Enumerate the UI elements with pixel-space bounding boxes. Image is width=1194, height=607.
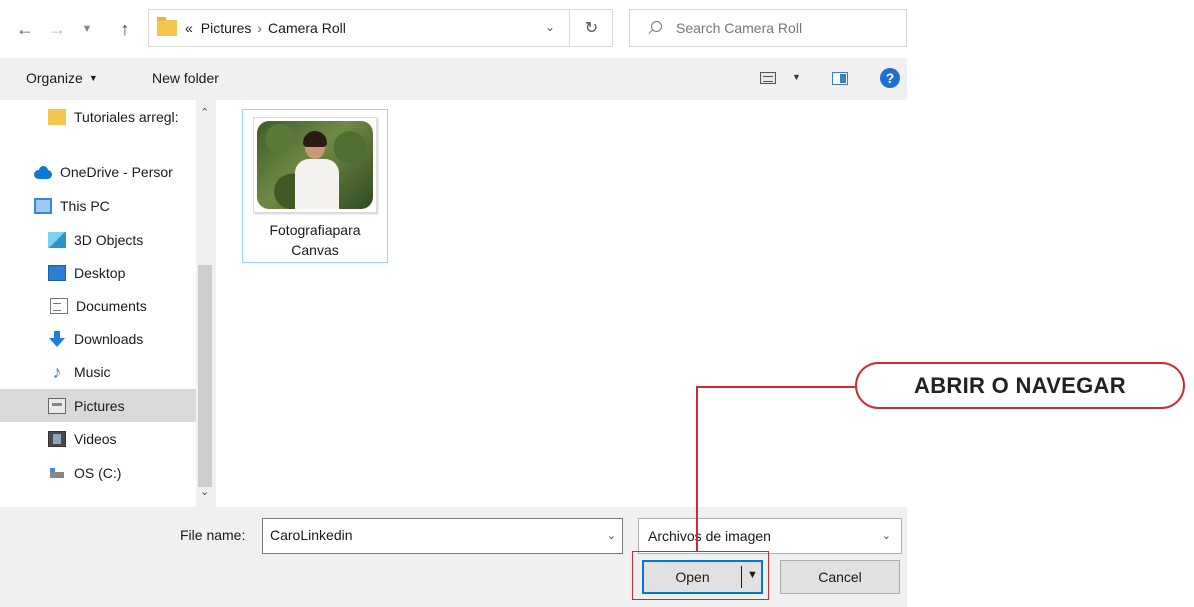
nav-item-pictures[interactable]: Pictures <box>0 389 196 422</box>
nav-item-label: OS (C:) <box>74 464 122 481</box>
back-arrow-icon[interactable]: ← <box>12 16 38 42</box>
cancel-button[interactable]: Cancel <box>780 560 900 594</box>
refresh-button[interactable]: ↻ <box>571 9 613 47</box>
file-open-dialog: ← → ▼ ↑ « Pictures › Camera Roll ⌄ ↻ Org… <box>0 0 907 607</box>
callout-connector-vertical <box>696 386 698 551</box>
preview-pane-icon[interactable] <box>832 72 848 85</box>
nav-item-label: 3D Objects <box>74 231 144 248</box>
search-input[interactable] <box>676 20 876 36</box>
videos-icon <box>48 430 66 447</box>
pictures-icon <box>48 397 66 414</box>
desktop-icon <box>48 264 66 281</box>
new-folder-button[interactable]: New folder <box>152 70 219 86</box>
file-item[interactable]: Fotografiapara Canvas <box>242 109 388 263</box>
file-name-field[interactable] <box>270 527 590 543</box>
nav-item-videos[interactable]: Videos <box>0 422 196 455</box>
organize-label: Organize <box>26 70 83 86</box>
breadcrumb-separator[interactable]: › <box>257 20 262 36</box>
nav-item-onedrive[interactable]: OneDrive - Persor <box>0 155 196 188</box>
chevron-down-icon[interactable]: ⌄ <box>607 529 616 542</box>
recent-locations-chevron-icon[interactable]: ▼ <box>74 16 100 42</box>
downloads-icon <box>48 330 66 347</box>
image-thumbnail <box>253 117 377 213</box>
file-type-value: Archivos de imagen <box>648 528 771 544</box>
nav-item-desktop[interactable]: Desktop <box>0 256 196 289</box>
nav-item-label: Tutoriales arregl: <box>74 108 179 125</box>
nav-item-label: Desktop <box>74 264 126 281</box>
callout-connector-horizontal <box>696 386 856 388</box>
organize-menu-button[interactable]: Organize ▼ <box>26 70 98 86</box>
dialog-footer: File name: ⌄ Archivos de imagen ⌄ Open ▼… <box>0 507 907 607</box>
refresh-icon: ↻ <box>584 20 599 37</box>
scroll-up-icon[interactable]: ⌃ <box>200 106 209 119</box>
folder-icon <box>157 17 177 36</box>
view-options-caret-icon[interactable]: ▼ <box>792 72 801 82</box>
drive-icon <box>48 465 66 481</box>
photo-preview <box>257 121 373 209</box>
help-icon[interactable]: ? <box>880 68 900 88</box>
photo-person-body <box>295 159 339 209</box>
navigation-pane: Tutoriales arregl: OneDrive - Persor Thi… <box>0 100 218 507</box>
nav-item-music[interactable]: ♪ Music <box>0 355 196 388</box>
breadcrumb-item-pictures[interactable]: Pictures <box>201 20 252 36</box>
folder-icon <box>48 108 66 125</box>
nav-item-label: Documents <box>76 297 147 314</box>
file-name-line1: Fotografiapara <box>269 222 361 238</box>
nav-item-label: Music <box>74 363 111 380</box>
file-list-area: Fotografiapara Canvas <box>218 100 907 507</box>
search-icon <box>648 21 662 35</box>
nav-item-label: Downloads <box>74 330 144 347</box>
music-icon: ♪ <box>52 361 62 382</box>
nav-item-label: This PC <box>60 197 110 214</box>
address-row: ← → ▼ ↑ « Pictures › Camera Roll ⌄ ↻ <box>0 0 907 58</box>
callout-label: ABRIR O NAVEGAR <box>855 362 1185 409</box>
command-toolbar: Organize ▼ New folder ▼ ? <box>0 58 907 100</box>
nav-item-downloads[interactable]: Downloads <box>0 322 196 355</box>
scroll-down-icon[interactable]: ⌄ <box>200 485 209 498</box>
nav-item-documents[interactable]: Documents <box>0 289 196 322</box>
file-name-label: Fotografiapara Canvas <box>243 220 387 260</box>
nav-item-label: OneDrive - Persor <box>60 163 173 180</box>
highlight-box <box>632 551 769 600</box>
up-arrow-icon[interactable]: ↑ <box>112 16 138 42</box>
breadcrumb-overflow[interactable]: « <box>185 20 193 36</box>
file-name-field-label: File name: <box>180 527 246 543</box>
onedrive-icon <box>34 164 52 180</box>
this-pc-icon <box>34 197 52 214</box>
chevron-down-icon[interactable]: ⌄ <box>545 20 555 34</box>
nav-item-3d-objects[interactable]: 3D Objects <box>0 223 196 256</box>
photo-person-hair <box>303 131 327 147</box>
forward-arrow-icon[interactable]: → <box>44 16 70 42</box>
nav-item-this-pc[interactable]: This PC <box>0 189 196 222</box>
file-type-select[interactable]: Archivos de imagen ⌄ <box>638 518 902 554</box>
chevron-down-icon: ⌄ <box>881 530 891 542</box>
file-name-line2: Canvas <box>291 242 339 258</box>
breadcrumb-item-camera-roll[interactable]: Camera Roll <box>268 20 346 36</box>
navigation-scrollbar[interactable]: ⌃ ⌄ <box>196 100 216 507</box>
scrollbar-thumb[interactable] <box>198 265 212 487</box>
nav-item-tutoriales[interactable]: Tutoriales arregl: <box>0 100 196 133</box>
nav-item-os-c[interactable]: OS (C:) <box>0 456 196 489</box>
breadcrumb[interactable]: « Pictures › Camera Roll ⌄ <box>148 9 570 47</box>
documents-icon <box>50 297 68 314</box>
change-view-icon[interactable] <box>760 72 776 84</box>
search-box[interactable] <box>629 9 907 47</box>
file-name-combobox[interactable]: ⌄ <box>262 518 623 554</box>
nav-item-label: Pictures <box>74 397 125 414</box>
caret-down-icon: ▼ <box>88 73 98 83</box>
3d-objects-icon <box>48 231 66 248</box>
nav-item-label: Videos <box>74 430 117 447</box>
